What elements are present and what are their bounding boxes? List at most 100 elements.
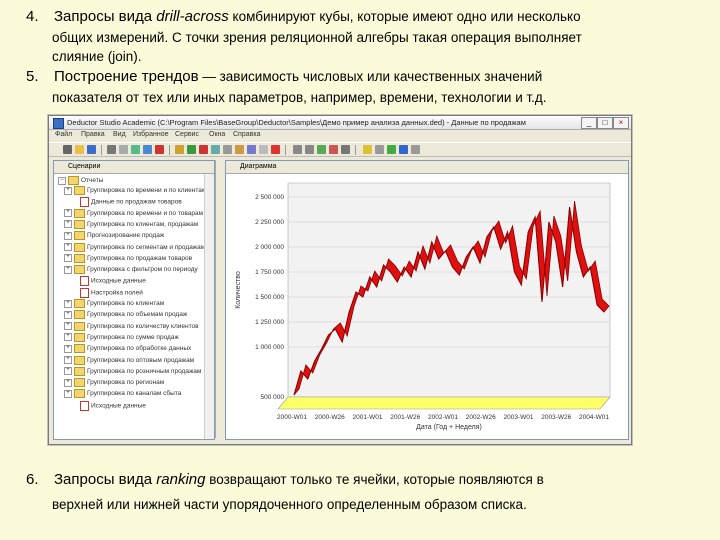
tree-folder-item[interactable]: + Группировка по сегментам и продажам (64, 242, 205, 252)
tree-folder-item[interactable]: + Группировка по количеству клиентов (64, 321, 199, 331)
menu-edit[interactable]: Правка (81, 131, 105, 138)
tree-folder-item[interactable]: + Группировка по клиентам (64, 299, 164, 308)
item-lead: Запросы вида drill-across комбинируют ку… (54, 8, 581, 25)
tree-leaf-item[interactable]: Данные по продажам товаров (80, 197, 182, 208)
menu-file[interactable]: Файл (55, 131, 72, 138)
item-number: 6. (26, 471, 39, 488)
mark-icon[interactable] (271, 145, 280, 154)
tab-chart[interactable]: Диаграмма (240, 163, 276, 170)
stat-icon[interactable] (259, 145, 268, 154)
tree-root[interactable]: − Отчеты (58, 176, 103, 185)
settings-icon[interactable] (341, 145, 350, 154)
minimize-button[interactable]: _ (581, 117, 597, 129)
y-tick-label: 1 250 000 (255, 319, 284, 326)
menu-windows[interactable]: Окна (209, 131, 225, 138)
maximize-button[interactable]: □ (597, 117, 613, 129)
x-tick-label: 2000-W01 (277, 414, 307, 421)
item-lead: Запросы вида ranking возвращают только т… (54, 471, 544, 488)
export-icon[interactable] (387, 145, 396, 154)
tree-leaf-item[interactable]: Исходные данные (80, 276, 146, 287)
splitter[interactable] (215, 160, 224, 438)
x-tick-label: 2001-W01 (353, 414, 383, 421)
table-icon[interactable] (247, 145, 256, 154)
tree-folder-item[interactable]: + Прогнозирование продаж (64, 231, 164, 241)
tree-folder-item[interactable]: + Группировка по продажам товаров (64, 253, 192, 263)
menu-tools[interactable]: Сервис (175, 131, 199, 138)
tab-scenarios[interactable]: Сценарии (68, 163, 100, 170)
run-icon[interactable] (187, 145, 196, 154)
stop-icon[interactable] (199, 145, 208, 154)
tree-folder-item[interactable]: + Группировка по каналам сбыта (64, 389, 181, 399)
x-tick-label: 2003-W26 (541, 414, 571, 421)
chart-panel-header: Диаграмма (226, 161, 628, 174)
item-number: 5. (26, 68, 39, 85)
item-line: общих измерений. С точки зрения реляцион… (52, 30, 582, 45)
tree-folder-item[interactable]: + Группировка по объемам продаж (64, 310, 187, 320)
tree-scrollbar[interactable] (204, 174, 214, 439)
y-tick-label: 2 250 000 (255, 219, 284, 226)
preview-icon[interactable] (119, 145, 128, 154)
import-icon[interactable] (399, 145, 408, 154)
tool-icon[interactable] (375, 145, 384, 154)
paste-icon[interactable] (155, 145, 164, 154)
y-tick-label: 1 750 000 (255, 269, 284, 276)
tree-folder-item[interactable]: + Группировка по сумме продаж (64, 332, 179, 342)
close-button[interactable]: × (613, 117, 629, 129)
cube-icon[interactable] (235, 145, 244, 154)
x-tick-label: 2004-W01 (579, 414, 609, 421)
menu-favorites[interactable]: Избранное (133, 131, 168, 138)
open-icon[interactable] (75, 145, 84, 154)
scenario-panel: Сценарии − Отчеты + Группировка по времени … (53, 160, 215, 440)
tree-leaf-item[interactable]: Настройка полей (80, 287, 143, 298)
x-axis-label: Дата (Год + Неделя) (416, 424, 482, 431)
copy-icon[interactable] (143, 145, 152, 154)
delete-icon[interactable] (329, 145, 338, 154)
y-tick-label: 1 500 000 (255, 294, 284, 301)
y-tick-label: 1 000 000 (255, 344, 284, 351)
item-line: верхней или нижней части упорядоченного … (52, 497, 527, 512)
menu-view[interactable]: Вид (113, 131, 126, 138)
y-tick-label: 2 500 000 (255, 194, 284, 201)
x-tick-label: 2002-W26 (466, 414, 496, 421)
filter-icon[interactable] (317, 145, 326, 154)
chart-icon[interactable] (223, 145, 232, 154)
item-line: слияние (join). (52, 49, 142, 64)
tree-folder-item[interactable]: + Группировка по клиентам, продажам (64, 219, 198, 229)
menu-help[interactable]: Справка (233, 131, 260, 138)
y-tick-label: 500 000 (261, 394, 285, 401)
star-icon[interactable] (363, 145, 372, 154)
x-tick-label: 2000-W26 (315, 414, 345, 421)
new-icon[interactable] (63, 145, 72, 154)
trend-chart: 500 000 1 000 000 1 250 000 1 500 000 1 750 … (235, 182, 611, 431)
y-axis-label: Количество (235, 271, 242, 309)
chart-back-wall (287, 182, 611, 398)
x-tick-label: 2003-W01 (504, 414, 534, 421)
help-icon[interactable] (411, 145, 420, 154)
print-icon[interactable] (107, 145, 116, 154)
grid-icon[interactable] (211, 145, 220, 154)
tree-leaf-item[interactable]: Исходные данные (80, 400, 146, 411)
chart-panel: Диаграмма 500 000 1 000 000 1 250 000 1 500… (225, 160, 629, 440)
window-title: Deductor Studio Academic (C:\Program Fil… (67, 118, 526, 127)
item-line: показателя от тех или иных параметров, н… (52, 90, 547, 105)
menubar: Файл Правка Вид Избранное Сервис Окна Сп… (49, 130, 631, 141)
y-tick-label: 2 000 000 (255, 244, 284, 251)
tree-folder-item[interactable]: + Группировка по времени и по товарам (64, 208, 203, 218)
tree-folder-item[interactable]: + Группировка с фильтром по периоду (64, 265, 198, 275)
x-tick-label: 2002-W01 (428, 414, 458, 421)
forward-icon[interactable] (305, 145, 314, 154)
window-titlebar: Deductor Studio Academic (C:\Program Fil… (49, 116, 631, 130)
toolbar (49, 142, 631, 157)
item-number: 4. (26, 8, 39, 25)
app-window-screenshot: Deductor Studio Academic (C:\Program Fil… (48, 115, 632, 445)
tree-folder-item[interactable]: + Группировка по розничным продажам (64, 366, 201, 376)
app-icon (53, 118, 64, 129)
cut-icon[interactable] (131, 145, 140, 154)
tree-folder-item[interactable]: + Группировка по обработке данных (64, 344, 191, 354)
tree-folder-item[interactable]: + Группировка по регионам (64, 378, 164, 388)
tree-folder-item[interactable]: + Группировка по времени и по клиентам (64, 186, 206, 195)
back-icon[interactable] (293, 145, 302, 154)
tree-folder-item[interactable]: + Группировка по оптовым продажам (64, 355, 194, 365)
wizard-icon[interactable] (175, 145, 184, 154)
save-icon[interactable] (87, 145, 96, 154)
